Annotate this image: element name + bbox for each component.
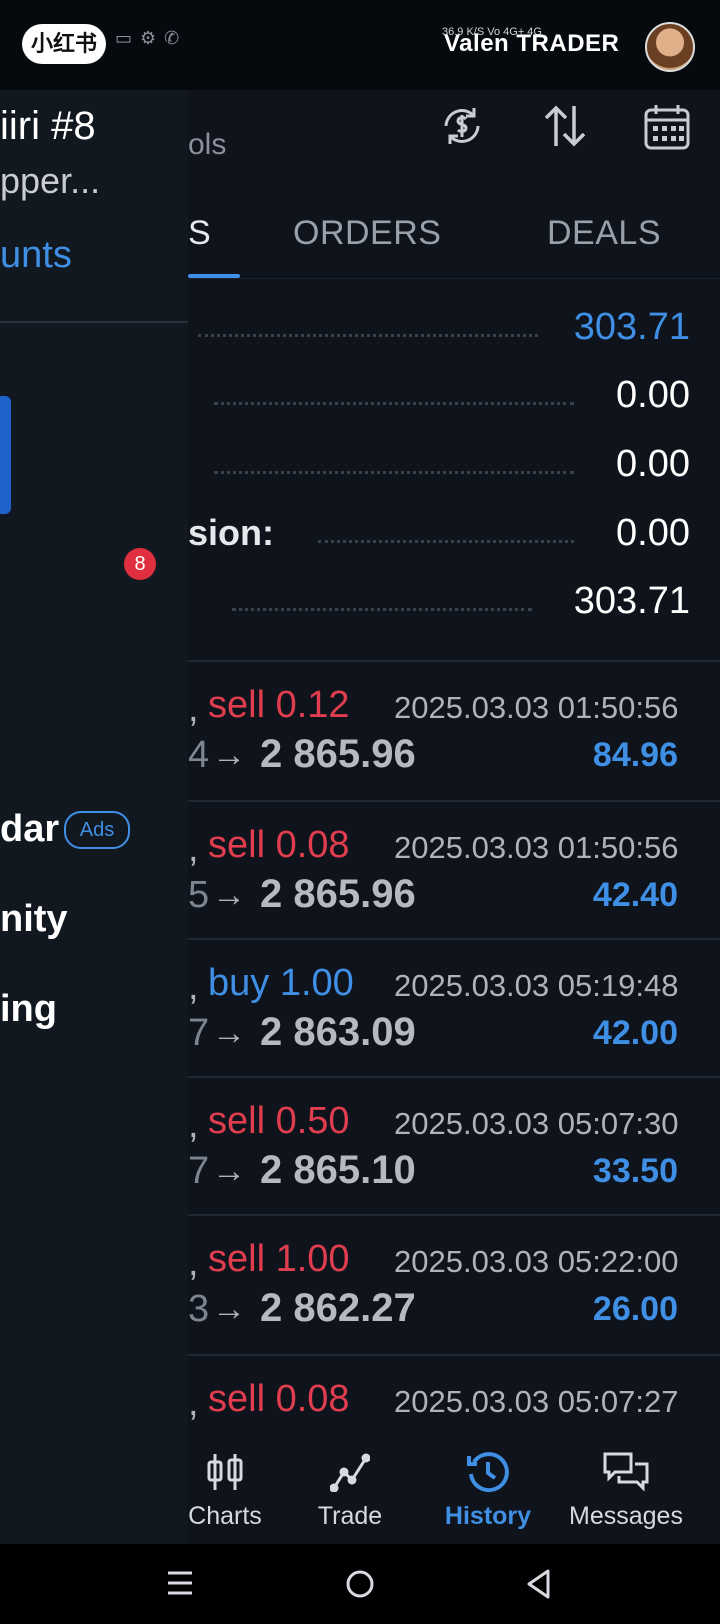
deal-price: 2 865.96 bbox=[260, 732, 416, 776]
deal-type: sell 0.08 bbox=[208, 1378, 350, 1420]
deal-price: 2 863.09 bbox=[260, 1010, 416, 1054]
account-subtitle: pper... bbox=[0, 160, 101, 201]
ads-badge: Ads bbox=[64, 811, 130, 849]
deal-profit: 84.96 bbox=[592, 736, 678, 774]
arrow-right-icon: → bbox=[212, 876, 246, 914]
deal-price: 2 862.27 bbox=[260, 1286, 416, 1330]
deal-profit: 33.50 bbox=[592, 1152, 678, 1190]
status-icons: ▭⚙✆ bbox=[115, 28, 187, 49]
deal-time: 2025.03.03 01:50:56 bbox=[394, 830, 679, 865]
chat-bubbles-icon bbox=[603, 1452, 649, 1492]
deal-open-price-fragment: 4 bbox=[188, 734, 210, 776]
deal-row[interactable]: , sell 1.00 2025.03.03 05:22:00 3 → 2 86… bbox=[188, 1216, 720, 1354]
deal-time: 2025.03.03 05:22:00 bbox=[394, 1244, 679, 1279]
currency-refresh-icon[interactable] bbox=[438, 102, 486, 150]
summary-row-credit: 0.00 bbox=[188, 374, 696, 434]
symbol-filter-label[interactable]: ols bbox=[188, 128, 226, 162]
tab-bar-divider bbox=[188, 278, 720, 279]
deal-price: 2 865.10 bbox=[260, 1148, 416, 1192]
nav-label: Messages bbox=[569, 1502, 683, 1530]
drawer-item-calendar[interactable]: dar bbox=[0, 808, 59, 851]
deal-row[interactable]: , sell 0.08 2025.03.03 05:07:27 bbox=[188, 1356, 720, 1440]
sort-icon[interactable] bbox=[540, 102, 590, 150]
deal-profit: 26.00 bbox=[592, 1290, 678, 1328]
deal-type: sell 1.00 bbox=[208, 1238, 350, 1280]
deal-open-price-fragment: 5 bbox=[188, 874, 210, 916]
home-icon[interactable] bbox=[344, 1568, 376, 1600]
channel-watermark: Valen TRADER bbox=[444, 30, 620, 57]
arrow-right-icon: → bbox=[212, 736, 246, 774]
history-clock-icon bbox=[467, 1452, 509, 1493]
candlestick-icon bbox=[207, 1454, 243, 1490]
nav-label: History bbox=[444, 1502, 532, 1530]
nav-label: Trade bbox=[317, 1502, 383, 1530]
deal-type: sell 0.08 bbox=[208, 824, 350, 866]
nav-history[interactable]: History bbox=[423, 1440, 553, 1544]
deal-type: sell 0.50 bbox=[208, 1100, 350, 1142]
summary-value: 0.00 bbox=[616, 374, 690, 416]
xiaohongshu-badge: 小红书 bbox=[22, 24, 106, 64]
deal-time: 2025.03.03 01:50:56 bbox=[394, 690, 679, 725]
deal-profit: 42.00 bbox=[592, 1014, 678, 1052]
deal-type: sell 0.12 bbox=[208, 684, 350, 726]
summary-value: 303.71 bbox=[573, 580, 690, 622]
summary-row-profit: 303.71 bbox=[188, 306, 696, 366]
summary-value: 0.00 bbox=[616, 443, 690, 485]
nav-label: Charts bbox=[188, 1502, 262, 1530]
deal-type: buy 1.00 bbox=[208, 962, 354, 1004]
system-navigation-bar bbox=[0, 1544, 720, 1624]
drawer-selected-indicator bbox=[0, 396, 11, 514]
tab-orders[interactable]: ORDERS bbox=[293, 214, 441, 253]
summary-value: 0.00 bbox=[616, 512, 690, 554]
active-tab-indicator bbox=[188, 274, 240, 278]
arrow-right-icon: → bbox=[212, 1152, 246, 1190]
deal-time: 2025.03.03 05:07:27 bbox=[394, 1384, 679, 1419]
deal-row[interactable]: , sell 0.12 2025.03.03 01:50:56 4 → 2 86… bbox=[188, 662, 720, 800]
back-icon[interactable] bbox=[524, 1568, 554, 1600]
phone-icon: ✆ bbox=[164, 28, 188, 48]
drawer-item-community[interactable]: nity bbox=[0, 898, 68, 941]
settings-icon: ⚙ bbox=[140, 28, 165, 48]
deal-price: 2 865.96 bbox=[260, 872, 416, 916]
deal-open-price-fragment: 7 bbox=[188, 1150, 210, 1192]
arrow-right-icon: → bbox=[212, 1014, 246, 1052]
deal-open-price-fragment: 3 bbox=[188, 1288, 210, 1330]
tab-positions[interactable]: S bbox=[188, 214, 211, 253]
summary-row-deposit: 0.00 bbox=[188, 443, 696, 503]
bottom-navigation: Charts Trade History Messages bbox=[188, 1440, 720, 1544]
arrow-right-icon: → bbox=[212, 1290, 246, 1328]
calendar-icon[interactable] bbox=[642, 102, 692, 152]
video-icon: ▭ bbox=[115, 28, 141, 48]
nav-charts[interactable]: Charts bbox=[160, 1440, 290, 1544]
nav-trade[interactable]: Trade bbox=[285, 1440, 415, 1544]
deal-time: 2025.03.03 05:19:48 bbox=[394, 968, 679, 1003]
summary-row-commission: sion: 0.00 bbox=[188, 512, 696, 572]
deal-time: 2025.03.03 05:07:30 bbox=[394, 1106, 679, 1141]
summary-label: sion: bbox=[188, 512, 274, 553]
summary-value: 303.71 bbox=[573, 306, 690, 348]
summary-row-balance: 303.71 bbox=[188, 580, 696, 640]
avatar bbox=[645, 22, 695, 72]
deal-row[interactable]: , sell 0.08 2025.03.03 01:50:56 5 → 2 86… bbox=[188, 802, 720, 940]
deal-open-price-fragment: 7 bbox=[188, 1012, 210, 1054]
nav-messages[interactable]: Messages bbox=[561, 1440, 691, 1544]
drawer-divider bbox=[0, 321, 188, 323]
tab-deals[interactable]: DEALS bbox=[547, 214, 661, 253]
deal-row[interactable]: , sell 0.50 2025.03.03 05:07:30 7 → 2 86… bbox=[188, 1078, 720, 1216]
menu-icon[interactable] bbox=[166, 1568, 194, 1598]
trend-line-icon bbox=[330, 1453, 370, 1492]
deal-row[interactable]: , buy 1.00 2025.03.03 05:19:48 7 → 2 863… bbox=[188, 940, 720, 1078]
drawer-item-trading[interactable]: ing bbox=[0, 988, 57, 1031]
account-title: iiri #8 bbox=[0, 104, 96, 148]
deal-profit: 42.40 bbox=[592, 876, 678, 914]
manage-accounts-link[interactable]: unts bbox=[0, 234, 72, 277]
notification-badge: 8 bbox=[124, 548, 156, 580]
